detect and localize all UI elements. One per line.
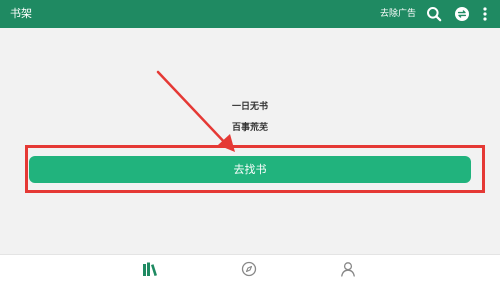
empty-message-line-1: 一日无书 — [231, 102, 268, 112]
page-title: 书架 — [10, 7, 32, 20]
more-icon[interactable] — [476, 6, 494, 22]
user-icon[interactable] — [340, 261, 356, 277]
empty-message-line-2: 百事荒芜 — [231, 123, 268, 133]
find-book-button[interactable]: 去找书 — [29, 156, 471, 183]
books-icon[interactable] — [142, 261, 158, 277]
bookshelf-empty-area: 一日无书 百事荒芜 — [0, 28, 500, 254]
bottom-navigation — [0, 254, 500, 281]
compass-icon[interactable] — [241, 261, 257, 277]
remove-ads-button[interactable]: 去除广告 — [380, 8, 416, 20]
search-icon[interactable] — [426, 6, 442, 22]
top-app-bar: 书架 去除广告 — [0, 0, 500, 28]
sync-icon[interactable] — [454, 6, 470, 22]
